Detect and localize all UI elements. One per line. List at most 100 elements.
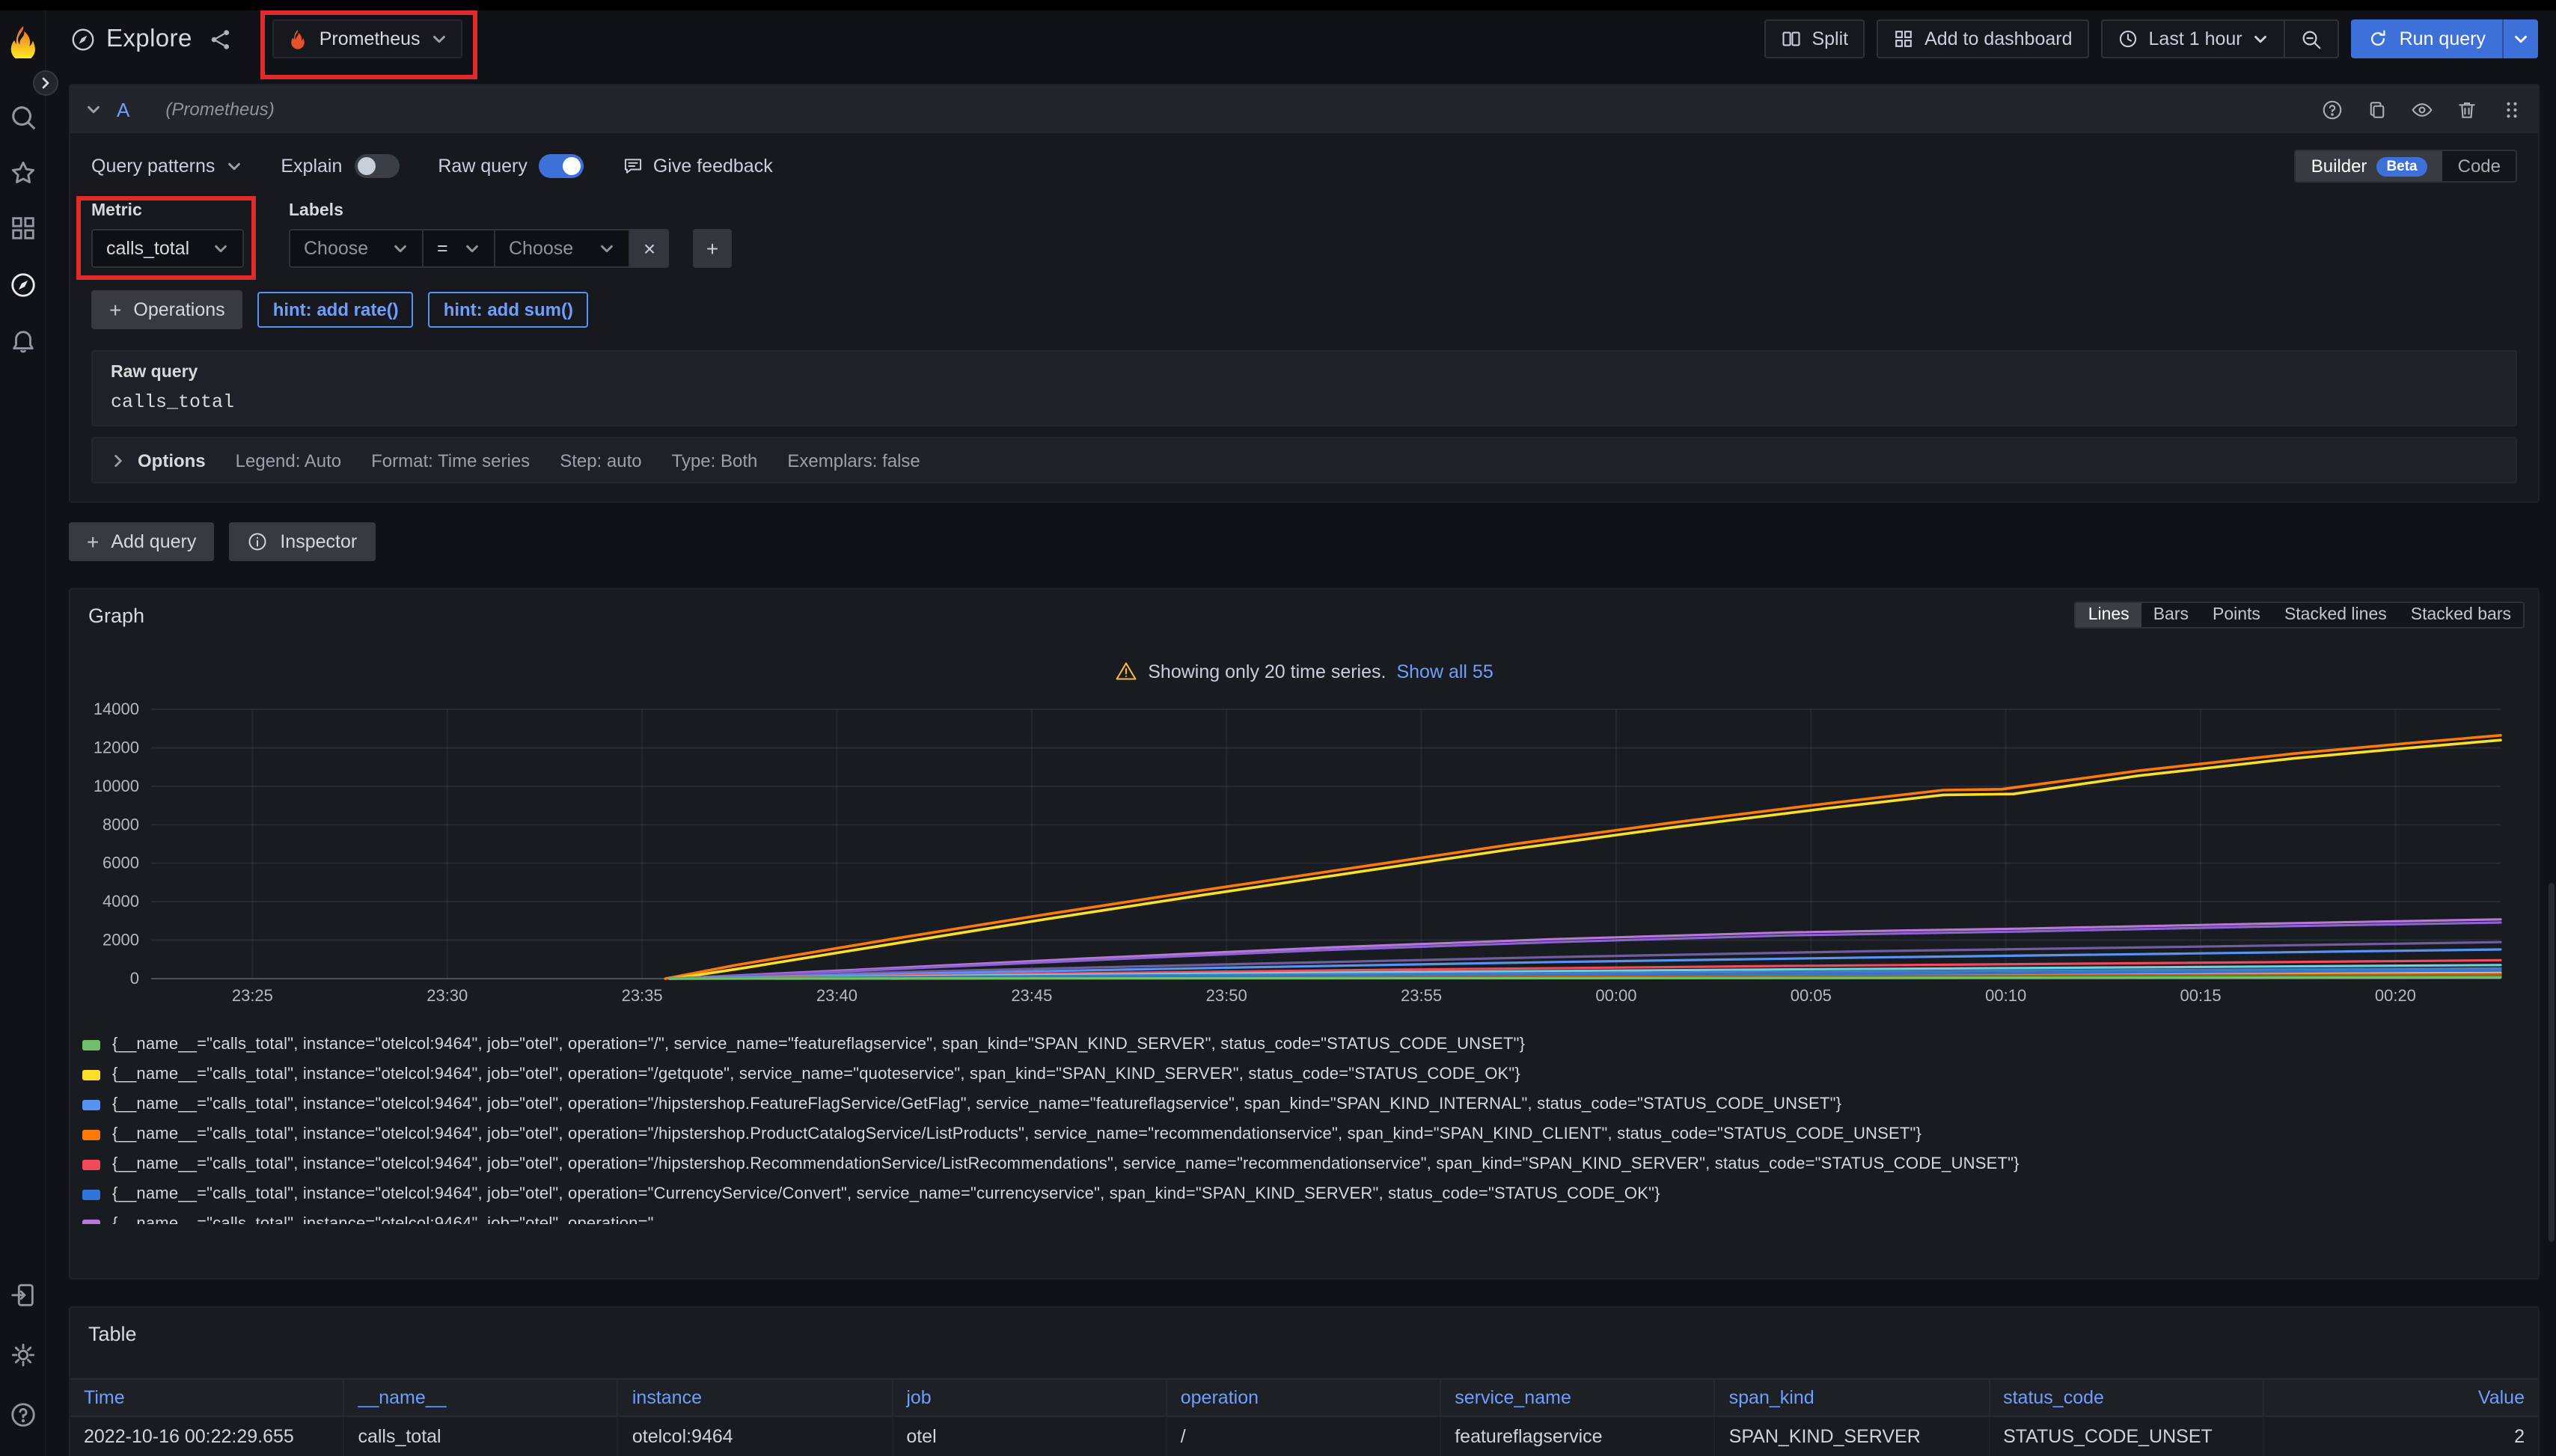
graph-panel: Graph LinesBarsPointsStacked linesStacke… (69, 588, 2540, 1279)
column-header--name-[interactable]: __name__ (344, 1378, 618, 1417)
time-series-chart[interactable]: 0200040006000800010000120001400023:2523:… (79, 697, 2522, 1009)
add-to-dashboard-button[interactable]: Add to dashboard (1877, 19, 2088, 58)
chevron-down-icon (431, 31, 447, 47)
column-header-instance[interactable]: instance (619, 1378, 893, 1417)
show-all-series-link[interactable]: Show all 55 (1396, 661, 1493, 682)
legend-item[interactable]: {__name__="calls_total", instance="otelc… (82, 1030, 2538, 1059)
give-feedback-link[interactable]: Give feedback (623, 156, 773, 177)
add-query-button[interactable]: + Add query (69, 522, 214, 561)
label-operator-select[interactable]: = (424, 229, 495, 268)
label-value-select[interactable]: Choose (495, 229, 630, 268)
legend-swatch (82, 1069, 100, 1080)
legend-swatch (82, 1219, 100, 1224)
sidebar-configuration[interactable] (9, 1341, 37, 1369)
sidebar-search[interactable] (9, 103, 37, 132)
column-header-operation[interactable]: operation (1167, 1378, 1441, 1417)
tab-builder[interactable]: Builder Beta (2296, 151, 2443, 181)
legend-item[interactable]: {__name__="calls_total", instance="otelc… (82, 1089, 2538, 1119)
run-query-button[interactable]: Run query (2352, 19, 2538, 58)
split-button[interactable]: Split (1764, 19, 1865, 58)
column-header-service-name[interactable]: service_name (1441, 1378, 1715, 1417)
sidebar-help[interactable] (9, 1401, 37, 1429)
eye-icon[interactable] (2411, 98, 2433, 120)
graph-style-toggle-group: LinesBarsPointsStacked linesStacked bars (2075, 602, 2525, 628)
chevron-down-icon (225, 158, 242, 174)
query-patterns-dropdown[interactable]: Query patterns (91, 156, 242, 177)
gear-icon (9, 1341, 37, 1369)
query-datasource-hint: (Prometheus) (165, 99, 274, 120)
column-header-time[interactable]: Time (70, 1378, 344, 1417)
sidebar-expand-button[interactable] (33, 70, 58, 96)
graph-mode-bars[interactable]: Bars (2141, 603, 2201, 627)
raw-query-toggle[interactable] (539, 154, 584, 178)
grafana-logo-icon[interactable] (6, 24, 40, 58)
share-icon[interactable] (209, 26, 234, 52)
query-row-header[interactable]: A (Prometheus) (70, 85, 2538, 133)
option-format: Format: Time series (371, 450, 530, 471)
svg-text:23:30: 23:30 (426, 986, 468, 1005)
remove-label-button[interactable]: × (630, 229, 669, 268)
chevron-down-icon (464, 240, 480, 257)
column-header-value[interactable]: Value (2264, 1378, 2538, 1417)
legend-item[interactable]: {__name__="calls_total", instance="otelc… (82, 1149, 2538, 1179)
time-picker: Last 1 hour (2101, 19, 2340, 58)
split-icon (1780, 28, 1801, 49)
hint-add-sum-button[interactable]: hint: add sum() (429, 292, 588, 328)
sidebar-alerting[interactable] (9, 328, 37, 356)
trash-icon[interactable] (2456, 98, 2478, 120)
table-cell: STATUS_CODE_UNSET (1990, 1417, 2263, 1456)
run-query-dropdown[interactable] (2502, 19, 2538, 58)
drag-handle-icon[interactable] (2501, 98, 2523, 120)
metric-select[interactable]: calls_total (91, 229, 244, 268)
column-header-job[interactable]: job (893, 1378, 1167, 1417)
svg-text:8000: 8000 (103, 815, 139, 833)
chevron-down-icon (213, 240, 229, 257)
add-label-button[interactable]: + (693, 229, 732, 268)
sidebar-sign-in[interactable] (9, 1281, 37, 1309)
table-header-row: Time__name__instancejoboperationservice_… (70, 1378, 2538, 1417)
datasource-picker[interactable]: Prometheus (273, 19, 462, 58)
copy-icon[interactable] (2366, 98, 2388, 120)
table-cell: SPAN_KIND_SERVER (1716, 1417, 1990, 1456)
legend-item[interactable]: {__name__="calls_total", instance="otelc… (82, 1059, 2538, 1089)
graph-mode-stacked-bars[interactable]: Stacked bars (2399, 603, 2523, 627)
options-expander[interactable]: Options (111, 450, 206, 471)
page-scrollbar-thumb[interactable] (2549, 883, 2555, 1242)
sidebar-starred[interactable] (9, 159, 37, 187)
column-header-span-kind[interactable]: span_kind (1716, 1378, 1990, 1417)
collapse-chevron-icon[interactable] (85, 101, 102, 117)
series-yellow (673, 740, 2501, 979)
column-header-status-code[interactable]: status_code (1990, 1378, 2263, 1417)
graph-mode-points[interactable]: Points (2201, 603, 2272, 627)
svg-text:10000: 10000 (94, 777, 139, 795)
option-legend: Legend: Auto (236, 450, 341, 471)
prometheus-icon (288, 28, 309, 49)
svg-text:00:10: 00:10 (1985, 986, 2026, 1005)
editor-mode-tabs: Builder Beta Code (2295, 150, 2517, 183)
warning-icon (1115, 660, 1137, 682)
table-cell: 2 (2264, 1417, 2538, 1456)
inspector-button[interactable]: Inspector (229, 522, 375, 561)
sidebar-dashboards[interactable] (9, 214, 37, 242)
table-cell: calls_total (344, 1417, 618, 1456)
sidebar-explore[interactable] (9, 271, 37, 299)
label-key-select[interactable]: Choose (289, 229, 424, 268)
chevron-down-icon (2253, 31, 2269, 47)
zoom-out-button[interactable] (2284, 21, 2338, 57)
operations-button[interactable]: + Operations (91, 290, 243, 329)
legend-item[interactable]: {__name__="calls_total", instance="otelc… (82, 1179, 2538, 1209)
graph-mode-lines[interactable]: Lines (2076, 603, 2141, 627)
legend-label: {__name__="calls_total", instance="otelc… (112, 1065, 1520, 1083)
tab-code[interactable]: Code (2443, 151, 2516, 181)
time-range-button[interactable]: Last 1 hour (2103, 21, 2284, 57)
legend-item[interactable]: {__name__="calls_total", instance="otelc… (82, 1119, 2538, 1149)
search-icon (9, 103, 37, 132)
graph-mode-stacked-lines[interactable]: Stacked lines (2272, 603, 2399, 627)
compass-icon (9, 271, 37, 299)
legend-item[interactable]: {__name__="calls_total", instance="otelc… (82, 1209, 2538, 1224)
chart-legend: {__name__="calls_total", instance="otelc… (82, 1030, 2538, 1224)
explain-toggle[interactable] (354, 154, 399, 178)
hint-add-rate-button[interactable]: hint: add rate() (258, 292, 414, 328)
sign-in-icon (9, 1281, 37, 1309)
help-circle-icon[interactable] (2321, 98, 2343, 120)
